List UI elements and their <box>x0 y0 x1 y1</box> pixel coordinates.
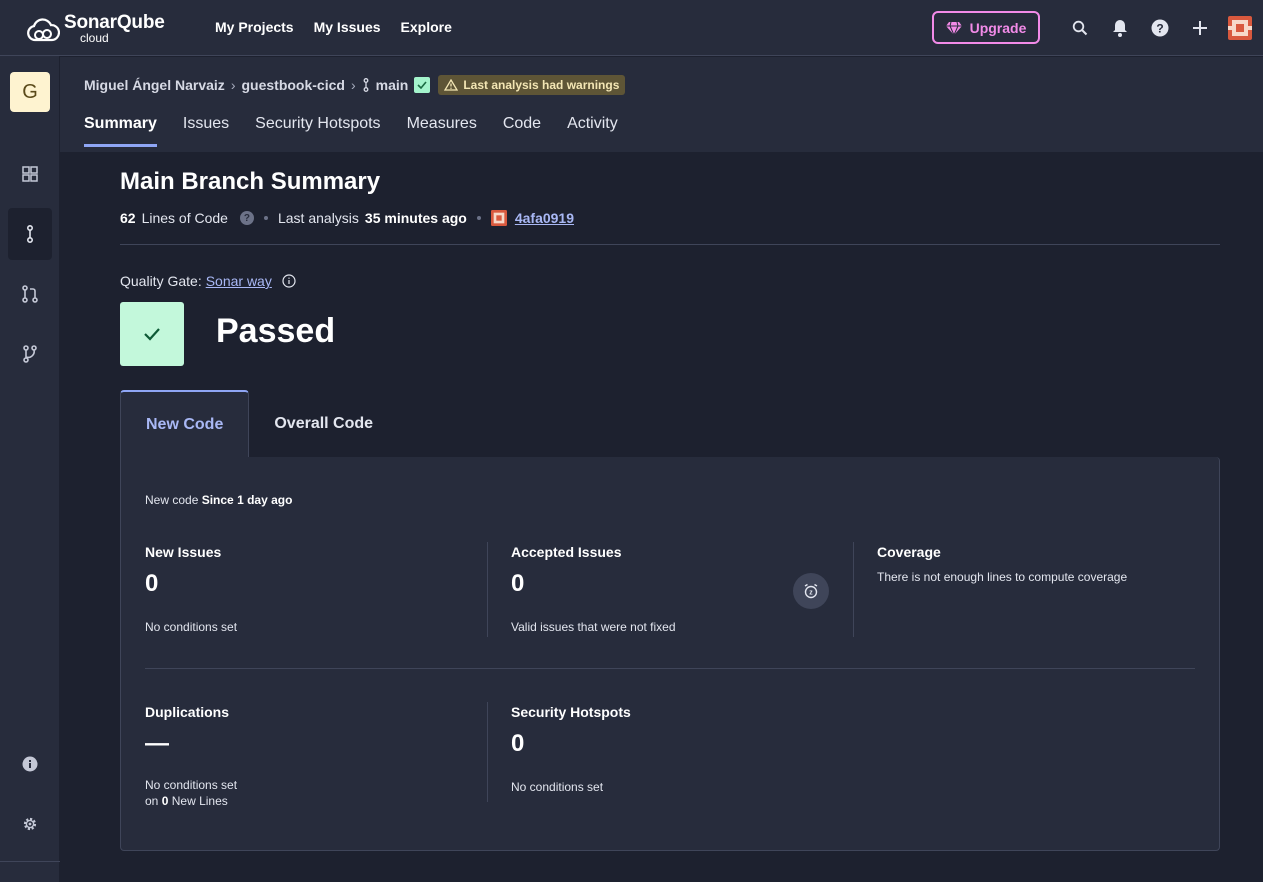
page-title: Main Branch Summary <box>120 168 381 195</box>
note-value: 0 <box>161 794 169 808</box>
alarm-clock-icon: z <box>793 573 829 609</box>
sidebar-branch-icon[interactable] <box>8 208 52 260</box>
tab-activity[interactable]: Activity <box>567 115 618 147</box>
warning-icon <box>444 79 459 91</box>
plus-icon[interactable] <box>1190 18 1210 38</box>
last-analysis-label: Last analysis <box>277 210 359 226</box>
org-avatar[interactable]: G <box>10 72 50 112</box>
loc-label: Lines of Code <box>141 210 228 226</box>
top-bar: SonarQube cloud My Projects My Issues Ex… <box>0 0 1263 56</box>
quality-gate-prefix: Quality Gate: <box>120 273 202 289</box>
project-tabs: Summary Issues Security Hotspots Measure… <box>84 115 618 147</box>
diamond-icon <box>945 21 962 35</box>
loc-value: 62 <box>120 210 136 226</box>
separator-dot <box>476 216 481 220</box>
upgrade-label: Upgrade <box>969 19 1027 36</box>
new-code-since: Since 1 day ago <box>201 493 293 507</box>
metric-note: No conditions set <box>145 620 238 634</box>
separator-dot <box>263 216 268 220</box>
metric-value[interactable]: 0 <box>145 570 237 598</box>
summary-divider <box>120 244 1220 245</box>
breadcrumb-org[interactable]: Miguel Ángel Narvaiz <box>84 77 225 93</box>
metric-title: Security Hotspots <box>511 704 631 720</box>
metric-note: No conditions set <box>145 778 238 792</box>
metric-value[interactable]: 0 <box>511 570 676 598</box>
svg-text:?: ? <box>1156 22 1163 36</box>
breadcrumb-branch[interactable]: main <box>376 77 409 93</box>
last-analysis-value: 35 minutes ago <box>364 210 467 226</box>
metric-coverage: Coverage There is not enough lines to co… <box>877 544 1127 584</box>
tab-code[interactable]: Code <box>503 115 541 147</box>
metric-title: Duplications <box>145 704 230 720</box>
branch-passed-check-icon <box>414 77 431 93</box>
warning-text: Last analysis had warnings <box>463 78 620 92</box>
tab-security-hotspots[interactable]: Security Hotspots <box>255 115 380 147</box>
nav-my-issues[interactable]: My Issues <box>314 19 381 35</box>
upgrade-button[interactable]: Upgrade <box>932 11 1040 44</box>
quality-gate-label: Quality Gate: Sonar way <box>120 273 296 289</box>
metric-value: — <box>145 730 169 757</box>
tab-new-code[interactable]: New Code <box>120 390 250 458</box>
passed-check-icon <box>120 302 184 366</box>
breadcrumb: Miguel Ángel Narvaiz › guestbook-cicd › … <box>84 75 626 95</box>
analysis-meta: 62 Lines of Code ? Last analysis 35 minu… <box>120 210 574 226</box>
svg-text:z: z <box>809 590 813 597</box>
code-period-tabs: New Code Overall Code <box>120 390 398 458</box>
metric-note: No conditions set <box>511 780 604 794</box>
help-icon[interactable]: ? <box>239 211 254 225</box>
breadcrumb-project[interactable]: guestbook-cicd <box>241 77 344 93</box>
sidebar-settings-icon[interactable] <box>8 798 52 850</box>
quality-gate-status: Passed <box>216 312 336 350</box>
info-icon[interactable] <box>282 274 296 288</box>
metric-value[interactable]: 0 <box>511 730 631 758</box>
cloud-logo-icon <box>27 18 60 42</box>
metric-divider <box>487 702 488 802</box>
bell-icon[interactable] <box>1110 18 1130 38</box>
new-code-label: New code <box>145 493 199 507</box>
project-header: Miguel Ángel Narvaiz › guestbook-cicd › … <box>60 57 1263 152</box>
metric-title: New Issues <box>145 544 222 560</box>
new-code-period: New code Since 1 day ago <box>145 493 292 507</box>
metric-new-issues[interactable]: New Issues 0 No conditions set <box>145 544 237 634</box>
metric-duplications[interactable]: Duplications — No conditions set on 0 Ne… <box>145 704 237 808</box>
sidebar-fork-icon[interactable] <box>8 328 52 380</box>
metric-accepted-issues[interactable]: Accepted Issues 0 Valid issues that were… <box>511 544 676 634</box>
sidebar-dashboard-icon[interactable] <box>8 148 52 200</box>
note-prefix: on <box>145 794 159 808</box>
metric-note-lines: on 0 New Lines <box>145 794 237 808</box>
logo-subtext: cloud <box>80 31 109 45</box>
search-icon[interactable] <box>1070 18 1090 38</box>
branch-icon <box>363 78 369 92</box>
metrics-row-divider <box>145 668 1195 669</box>
metric-note: There is not enough lines to compute cov… <box>877 570 1128 584</box>
tab-measures[interactable]: Measures <box>407 115 477 147</box>
metric-security-hotspots[interactable]: Security Hotspots 0 No conditions set <box>511 704 631 794</box>
chevron-right-icon: › <box>230 77 236 93</box>
sonarqube-logo[interactable]: SonarQube cloud <box>26 12 176 46</box>
tab-overall-code[interactable]: Overall Code <box>249 390 398 458</box>
new-code-panel: New code Since 1 day ago New Issues 0 No… <box>120 457 1220 851</box>
user-avatar[interactable] <box>1228 16 1252 40</box>
metric-title: Accepted Issues <box>511 544 622 560</box>
sidebar: G <box>0 56 60 882</box>
nav-explore[interactable]: Explore <box>401 19 452 35</box>
top-nav: My Projects My Issues Explore <box>215 19 452 35</box>
analysis-warning-badge[interactable]: Last analysis had warnings <box>438 75 626 95</box>
chevron-right-icon: › <box>350 77 356 93</box>
metric-title: Coverage <box>877 544 941 560</box>
commit-link[interactable]: 4afa0919 <box>515 210 574 226</box>
quality-gate-link[interactable]: Sonar way <box>206 273 272 289</box>
note-suffix: New Lines <box>171 794 228 808</box>
metric-divider <box>487 542 488 637</box>
help-icon[interactable]: ? <box>1150 18 1170 38</box>
metric-note: Valid issues that were not fixed <box>511 620 676 634</box>
tab-issues[interactable]: Issues <box>183 115 229 147</box>
sidebar-divider <box>0 861 60 862</box>
sidebar-info-icon[interactable] <box>8 738 52 790</box>
tab-summary[interactable]: Summary <box>84 115 157 147</box>
metric-divider <box>853 542 854 637</box>
sidebar-pull-request-icon[interactable] <box>8 268 52 320</box>
nav-my-projects[interactable]: My Projects <box>215 19 294 35</box>
commit-author-avatar <box>490 210 507 226</box>
